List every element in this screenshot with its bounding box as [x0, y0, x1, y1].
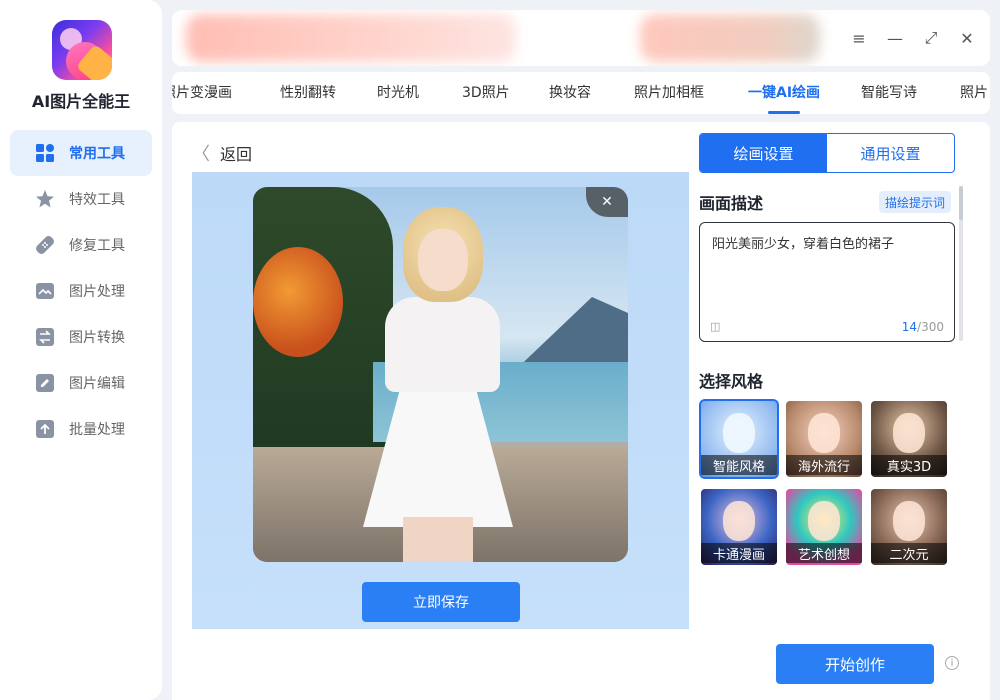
app-logo-icon: [52, 20, 112, 80]
style-label: 真实3D: [871, 455, 947, 475]
blurred-banner-left: [186, 14, 516, 62]
char-counter: 14/300: [901, 320, 944, 334]
tab-smart-poem[interactable]: 智能写诗: [861, 82, 917, 102]
style-card-cartoon[interactable]: 卡通漫画: [701, 489, 777, 565]
style-label: 艺术创想: [786, 543, 862, 563]
tab-3d-photo[interactable]: 3D照片: [462, 82, 510, 102]
back-label: 返回: [220, 145, 253, 164]
clear-icon[interactable]: ◫: [710, 320, 720, 333]
menu-icon[interactable]: ≡: [850, 29, 868, 48]
style-label: 二次元: [871, 543, 947, 563]
star-icon: [34, 188, 56, 210]
close-image-icon[interactable]: ✕: [586, 187, 628, 217]
sidebar-item-label: 常用工具: [69, 146, 125, 162]
style-card-art[interactable]: 艺术创想: [786, 489, 862, 565]
bandage-icon: [34, 234, 56, 256]
close-icon[interactable]: ✕: [958, 29, 976, 48]
style-card-anime[interactable]: 二次元: [871, 489, 947, 565]
sidebar-item-label: 特效工具: [69, 192, 125, 208]
back-button[interactable]: 〈 返回: [192, 140, 252, 166]
sidebar-item-image-convert[interactable]: 图片转换: [10, 314, 152, 360]
swap-icon: [34, 326, 56, 348]
preview-area: ✕ 立即保存: [192, 172, 689, 629]
desc-title: 画面描述: [699, 194, 764, 213]
sidebar-item-label: 批量处理: [69, 422, 125, 438]
tab-photo-frame[interactable]: 照片加相框: [634, 82, 704, 102]
sidebar-item-label: 图片转换: [69, 330, 125, 346]
start-create-button[interactable]: 开始创作: [776, 644, 934, 684]
description-textarea[interactable]: 阳光美丽少女，穿着白色的裙子 ◫ 14/300: [699, 222, 955, 342]
tab-makeup[interactable]: 换妆容: [549, 82, 591, 102]
tab-ai-painting[interactable]: 一键AI绘画: [748, 82, 820, 114]
tab-photo-more[interactable]: 照片: [960, 82, 988, 102]
grid-icon: [34, 142, 56, 164]
sidebar-item-label: 修复工具: [69, 238, 125, 254]
settings-segmented-control: 绘画设置 通用设置: [699, 133, 955, 173]
sidebar: AI图片全能王 常用工具 特效工具 修复工具 图片处理 图片转换 图片编辑 批量…: [0, 0, 162, 700]
top-bar: ≡ — ⤢ ✕: [172, 10, 990, 66]
sidebar-nav: 常用工具 特效工具 修复工具 图片处理 图片转换 图片编辑 批量处理: [10, 130, 152, 452]
maximize-icon[interactable]: ⤢: [922, 28, 940, 47]
tab-gender-swap[interactable]: 性别翻转: [280, 82, 336, 102]
style-label: 智能风格: [701, 455, 777, 475]
settings-scrollbar[interactable]: [959, 186, 963, 341]
prompt-hint-button[interactable]: 描绘提示词: [879, 191, 951, 213]
sidebar-item-image-edit[interactable]: 图片编辑: [10, 360, 152, 406]
style-label: 卡通漫画: [701, 543, 777, 563]
edit-icon: [34, 372, 56, 394]
sidebar-item-image-processing[interactable]: 图片处理: [10, 268, 152, 314]
image-icon: [34, 280, 56, 302]
sidebar-item-batch[interactable]: 批量处理: [10, 406, 152, 452]
style-label: 海外流行: [786, 455, 862, 475]
sidebar-item-common-tools[interactable]: 常用工具: [10, 130, 152, 176]
tab-time-machine[interactable]: 时光机: [377, 82, 419, 102]
sidebar-item-label: 图片处理: [69, 284, 125, 300]
style-card-smart[interactable]: 智能风格: [699, 399, 779, 479]
style-card-real-3d[interactable]: 真实3D: [871, 401, 947, 477]
tab-general-settings[interactable]: 通用设置: [827, 134, 954, 172]
save-button[interactable]: 立即保存: [362, 582, 520, 622]
style-grid: 智能风格 海外流行 真实3D 卡通漫画 艺术创想 二次元: [699, 399, 951, 569]
generated-image: ✕: [253, 187, 628, 562]
style-title: 选择风格: [699, 372, 764, 391]
sidebar-item-effect-tools[interactable]: 特效工具: [10, 176, 152, 222]
main-panel: 〈 返回 ✕ 立即保存 绘画设置 通用设置 画面描述 描绘提示词 阳光美丽少女，…: [172, 122, 990, 700]
app-title: AI图片全能王: [31, 92, 131, 111]
tab-painting-settings[interactable]: 绘画设置: [700, 134, 827, 172]
blurred-banner-right: [640, 14, 820, 62]
minimize-icon[interactable]: —: [886, 29, 904, 48]
sidebar-item-label: 图片编辑: [69, 376, 125, 392]
style-card-overseas[interactable]: 海外流行: [786, 401, 862, 477]
tab-photo-to-comic[interactable]: 照片变漫画: [172, 82, 232, 102]
chevron-left-icon: 〈: [192, 144, 210, 165]
feature-tabs: 照片变漫画 性别翻转 时光机 3D照片 换妆容 照片加相框 一键AI绘画 智能写…: [172, 72, 990, 114]
upload-icon: [34, 418, 56, 440]
info-icon[interactable]: i: [945, 656, 959, 670]
description-text: 阳光美丽少女，穿着白色的裙子: [712, 237, 895, 252]
window-controls: ≡ — ⤢ ✕: [850, 10, 976, 66]
sidebar-item-repair-tools[interactable]: 修复工具: [10, 222, 152, 268]
